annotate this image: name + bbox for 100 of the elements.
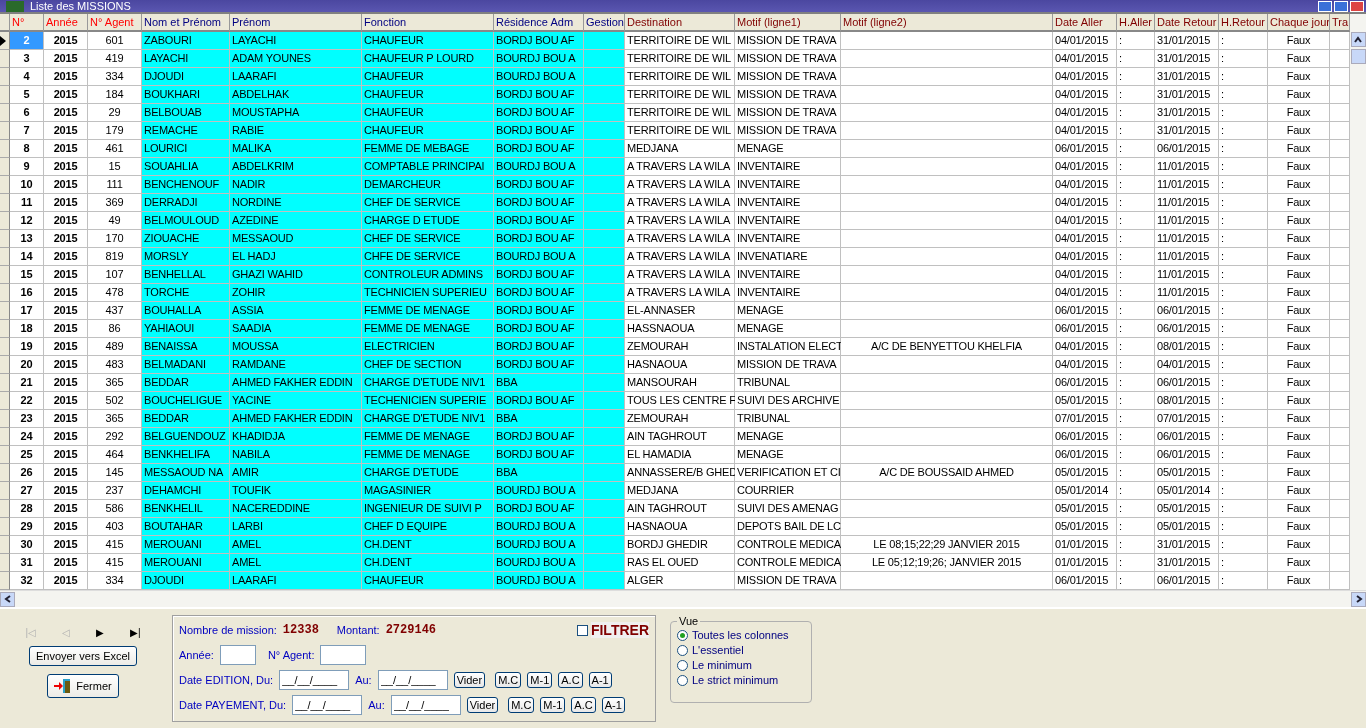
- table-cell: :: [1117, 176, 1155, 194]
- radio-button[interactable]: [677, 644, 688, 656]
- excel-button[interactable]: Envoyer vers Excel: [28, 646, 138, 666]
- table-cell: 04/01/2015: [1053, 338, 1117, 356]
- table-cell: EL-ANNASER: [625, 302, 735, 320]
- table-cell: CHEF DE SERVICE: [362, 230, 494, 248]
- table-cell: 07/01/2015: [1053, 410, 1117, 428]
- table-cell: SAADIA: [230, 320, 362, 338]
- date-preset-button[interactable]: A-1: [588, 672, 612, 688]
- scroll-right-button[interactable]: [1351, 591, 1366, 607]
- radio-button[interactable]: [677, 659, 688, 671]
- table-cell: A TRAVERS LA WILA: [625, 284, 735, 302]
- view-option[interactable]: Le strict minimum: [677, 674, 805, 686]
- table-cell: Faux: [1268, 554, 1330, 572]
- table-cell: BORDJ BOU AF: [494, 140, 584, 158]
- vertical-scrollbar[interactable]: [1350, 14, 1366, 590]
- table-cell: BORDJ BOU AF: [494, 500, 584, 518]
- table-cell: 16: [10, 284, 44, 302]
- column-header[interactable]: Prénom: [230, 14, 362, 32]
- table-cell: 04/01/2015: [1053, 194, 1117, 212]
- table-cell: CONTROLEUR ADMINS: [362, 266, 494, 284]
- table-cell: 06/01/2015: [1053, 428, 1117, 446]
- table-cell: NACEREDDINE: [230, 500, 362, 518]
- table-cell: BORDJ BOU AF: [494, 338, 584, 356]
- view-option[interactable]: L'essentiel: [677, 644, 805, 656]
- table-cell: 292: [88, 428, 142, 446]
- date-preset-button[interactable]: A.C: [571, 697, 596, 713]
- column-header[interactable]: Date Aller: [1053, 14, 1117, 32]
- table-cell: :: [1219, 572, 1268, 590]
- date-preset-button[interactable]: M-1: [527, 672, 553, 688]
- table-cell: 21: [10, 374, 44, 392]
- agent-field[interactable]: [320, 645, 367, 665]
- date-preset-button[interactable]: A-1: [601, 697, 625, 713]
- column-header[interactable]: Nom et Prénom: [142, 14, 230, 32]
- date-preset-button[interactable]: M.C: [495, 672, 522, 688]
- table-cell: 04/01/2015: [1053, 176, 1117, 194]
- column-header[interactable]: Gestion: [584, 14, 625, 32]
- table-cell: RAS EL OUED: [625, 554, 735, 572]
- table-cell: BENKHELIL: [142, 500, 230, 518]
- date-preset-button[interactable]: A.C: [558, 672, 583, 688]
- table-cell: :: [1117, 554, 1155, 572]
- table-cell: INVENTAIRE: [735, 212, 841, 230]
- column-header[interactable]: Résidence Adm: [494, 14, 584, 32]
- date-from-field[interactable]: __/__/____: [279, 670, 350, 690]
- table-cell: MISSION DE TRAVA: [735, 32, 841, 50]
- date-preset-button[interactable]: Vider: [453, 672, 486, 688]
- close-button[interactable]: [1350, 0, 1364, 12]
- close-form-button[interactable]: Fermer: [47, 674, 119, 698]
- navigation-button[interactable]: ▶: [96, 627, 104, 638]
- radio-button[interactable]: [677, 629, 688, 641]
- column-header[interactable]: Motif (ligne2): [841, 14, 1053, 32]
- date-to-field[interactable]: __/__/____: [390, 695, 461, 715]
- date-preset-button[interactable]: M.C: [508, 697, 535, 713]
- maximize-button[interactable]: [1334, 0, 1348, 12]
- table-cell: Faux: [1268, 482, 1330, 500]
- column-header[interactable]: Motif (ligne1): [735, 14, 841, 32]
- table-cell: 2015: [44, 248, 88, 266]
- navigation-button[interactable]: ▶|: [130, 627, 141, 638]
- scroll-thumb[interactable]: [1350, 49, 1366, 64]
- table-cell: AMEL: [230, 536, 362, 554]
- column-header[interactable]: Date Retour: [1155, 14, 1219, 32]
- minimize-button[interactable]: [1318, 0, 1332, 12]
- table-cell: 12: [10, 212, 44, 230]
- table-cell: FEMME DE MENAGE: [362, 446, 494, 464]
- table-cell: :: [1219, 140, 1268, 158]
- column-header[interactable]: Tra: [1330, 14, 1350, 32]
- table-cell: :: [1219, 158, 1268, 176]
- column-header[interactable]: Fonction: [362, 14, 494, 32]
- table-cell: 15: [88, 158, 142, 176]
- table-cell: BOURDJ BOU A: [494, 248, 584, 266]
- date-to-field[interactable]: __/__/____: [377, 670, 448, 690]
- date-preset-button[interactable]: M-1: [540, 697, 566, 713]
- filter-checkbox[interactable]: [576, 624, 588, 636]
- table-cell: ZEMOURAH: [625, 410, 735, 428]
- year-field[interactable]: [219, 645, 256, 665]
- column-header[interactable]: Destination: [625, 14, 735, 32]
- scroll-up-button[interactable]: [1350, 32, 1366, 47]
- table-cell: 8: [10, 140, 44, 158]
- radio-button[interactable]: [677, 674, 688, 686]
- table-cell: CONTROLE MEDICA: [735, 554, 841, 572]
- scroll-left-button[interactable]: [0, 591, 15, 607]
- table-cell: 07/01/2015: [1155, 410, 1219, 428]
- table-cell: A TRAVERS LA WILA: [625, 230, 735, 248]
- table-cell: CHAUFEUR: [362, 572, 494, 590]
- table-cell: 2015: [44, 518, 88, 536]
- column-header[interactable]: Chaque jour: [1268, 14, 1330, 32]
- table-cell: 31/01/2015: [1155, 104, 1219, 122]
- horizontal-scrollbar[interactable]: [0, 590, 1366, 607]
- table-cell: :: [1219, 320, 1268, 338]
- column-header[interactable]: H.Aller: [1117, 14, 1155, 32]
- table-cell: Faux: [1268, 356, 1330, 374]
- column-header[interactable]: H.Retour: [1219, 14, 1268, 32]
- table-cell: HASSNAOUA: [625, 320, 735, 338]
- table-cell: 2015: [44, 50, 88, 68]
- date-from-field[interactable]: __/__/____: [292, 695, 363, 715]
- table-cell: 11/01/2015: [1155, 266, 1219, 284]
- view-option[interactable]: Le minimum: [677, 659, 805, 671]
- table-cell: 2015: [44, 86, 88, 104]
- view-option[interactable]: Toutes les colonnes: [677, 629, 805, 641]
- date-preset-button[interactable]: Vider: [466, 697, 499, 713]
